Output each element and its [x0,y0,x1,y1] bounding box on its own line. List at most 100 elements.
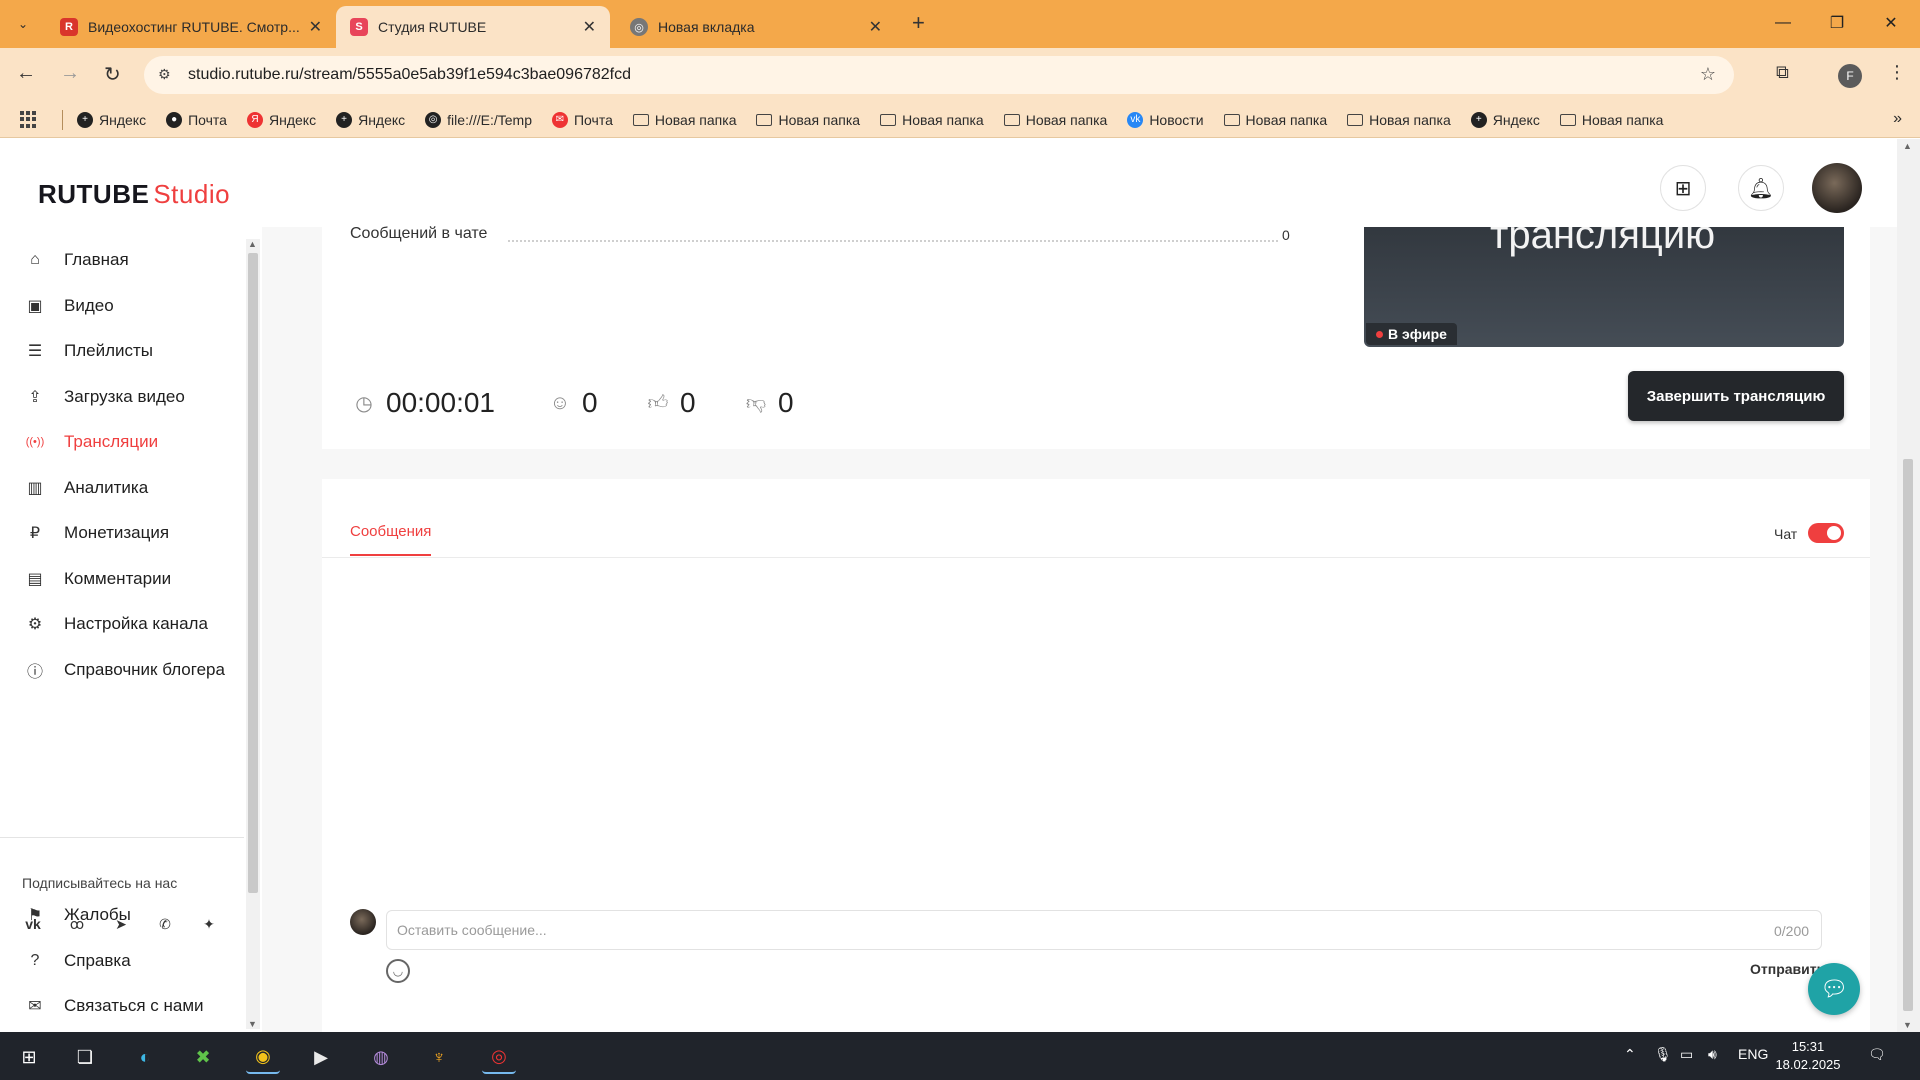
stream-preview[interactable]: трансляцию В эфире [1364,227,1844,347]
bookmark-item[interactable]: ● Почта [166,111,227,128]
close-window-button[interactable]: ✕ [1864,0,1918,46]
tab-search-button[interactable]: ⌄ [10,12,36,36]
more-bookmarks-icon[interactable]: » [1893,110,1902,128]
site-settings-icon[interactable]: ⚙ [158,66,171,83]
bookmark-item[interactable]: ◎ file:///E:/Temp [425,111,532,128]
browser-tab-studio[interactable]: S Студия RUTUBE ✕ [336,6,610,48]
chat-toggle[interactable] [1808,523,1844,543]
volume-icon[interactable]: 🔊︎ [1708,1046,1717,1063]
bookmark-item[interactable]: Новая папка [1347,112,1451,128]
chevron-up-icon[interactable]: ⌃ [1624,1046,1636,1063]
bookmark-star-icon[interactable]: ☆ [1700,64,1716,85]
sidebar-item[interactable]: ((•)) Трансляции [24,431,158,453]
browser-tab-rutube[interactable]: R Видеохостинг RUTUBE. Смотр... ✕ [46,6,336,48]
address-bar[interactable]: ⚙ studio.rutube.ru/stream/5555a0e5ab39f1… [144,56,1734,94]
folder-icon [1559,113,1576,126]
chrome-icon[interactable]: ◉ [246,1040,280,1074]
back-arrow-icon[interactable]: ← [16,62,36,85]
bookmark-item[interactable]: Новая папка [632,112,736,128]
sidebar-scrollbar[interactable]: ▲ ▼ [246,239,260,1029]
bookmark-item[interactable]: Я Яндекс [246,111,316,128]
minimize-button[interactable]: — [1756,0,1810,46]
bookmark-item[interactable]: Новая папка [1223,112,1327,128]
chat-message-input[interactable] [386,910,1822,950]
bookmark-item[interactable]: + Яндекс [336,111,405,128]
plus-circle-icon: + [77,111,93,128]
scroll-up-icon[interactable]: ▲ [248,239,257,249]
tab-messages[interactable]: Сообщения [350,523,432,556]
scroll-down-icon[interactable]: ▼ [248,1019,257,1029]
sidebar-item[interactable]: ⇪ Загрузка видео [24,386,185,408]
page-scroll-thumb[interactable] [1903,459,1913,1011]
viewer-icon: ☺ [549,391,571,414]
sidebar-item[interactable]: ? Справка [24,950,131,972]
notification-center-icon[interactable]: 🗨︎ [1868,1046,1886,1063]
windows-start-icon[interactable]: ⊞ [12,1040,46,1074]
sidebar-item[interactable]: ▥ Аналитика [24,477,148,499]
profile-avatar[interactable]: F [1838,64,1862,88]
microphone-icon[interactable]: 🎙︎ [1654,1046,1672,1063]
media-player-icon[interactable]: ▶ [304,1040,338,1074]
rutube-studio-logo[interactable]: RUTUBE Studio [38,179,230,210]
obs-icon[interactable]: ◎ [482,1040,516,1074]
bookmark-item[interactable]: vk Новости [1127,111,1204,128]
sidebar-item[interactable]: ▣ Видео [24,295,113,317]
sidebar-item-label: Загрузка видео [64,386,185,406]
create-button[interactable]: ⊞ [1660,165,1706,211]
comment-icon: ▤ [27,570,43,588]
browser-tab-new[interactable]: ◎ Новая вкладка ✕ [616,6,896,48]
bookmark-item[interactable]: + Яндекс [77,111,146,128]
system-clock[interactable]: 15:31 18.02.2025 [1768,1038,1848,1074]
minimize-icon: — [1775,14,1791,31]
close-tab-icon[interactable]: ✕ [583,17,596,37]
restore-button[interactable]: ❐ [1810,0,1864,46]
emoji-button[interactable]: ◡ [386,959,410,983]
user-avatar[interactable] [1812,163,1862,213]
flag-icon: ⚑ [27,907,43,924]
extensions-icon[interactable]: ⧉ [1776,62,1789,83]
apps-grid-icon[interactable] [20,110,38,129]
sidebar-item[interactable]: ₽ Монетизация [24,522,169,544]
bookmark-item[interactable]: ✉ Почта [551,111,613,128]
sidebar-item[interactable]: ⓘ Справочник блогера [24,659,225,681]
close-tab-icon[interactable]: ✕ [309,17,322,37]
sidebar-item[interactable]: ▤ Комментарии [24,568,171,590]
sidebar-item[interactable]: ⌂ Главная [24,249,129,271]
close-tab-icon[interactable]: ✕ [869,17,882,37]
task-view-icon[interactable]: ❏ [68,1040,102,1074]
bookmark-item[interactable]: Новая папка [1003,112,1107,128]
chat-user-avatar [350,909,376,935]
support-chat-button[interactable]: 💬︎ [1808,963,1860,1015]
bookmark-item[interactable]: Новая папка [1559,112,1663,128]
viber-icon[interactable]: ✆ [154,913,176,935]
sidebar-item[interactable]: ✉ Связаться с нами [24,995,203,1017]
language-indicator[interactable]: ENG [1738,1046,1768,1062]
scroll-down-icon[interactable]: ▼ [1903,1020,1912,1030]
game-icon[interactable]: ♆ [422,1040,456,1074]
reload-icon[interactable]: ↻ [104,62,121,87]
end-stream-button[interactable]: Завершить трансляцию [1628,371,1844,421]
sidebar-item[interactable]: ⚑ Жалобы [24,904,131,926]
page-scrollbar[interactable]: ▲ ▼ [1897,139,1920,1032]
sidebar-scroll-thumb[interactable] [248,253,258,893]
clock-date: 18.02.2025 [1775,1057,1841,1072]
tab-title: Студия RUTUBE [378,19,487,35]
bookmark-item[interactable]: + Яндекс [1470,111,1540,128]
dzen-icon[interactable]: ✦ [198,913,220,935]
edge-icon[interactable]: ◐ [128,1040,162,1074]
notifications-button[interactable]: 🔔︎ [1738,165,1784,211]
bookmark-item[interactable]: Новая папка [756,112,860,128]
sidebar-divider [0,837,244,838]
bookmark-item[interactable]: Новая папка [880,112,984,128]
browser-menu-icon[interactable]: ⋮ [1888,62,1906,83]
forward-arrow-icon[interactable]: → [60,62,80,85]
sidebar-item[interactable]: ☰ Плейлисты [24,340,153,362]
gear-icon: ⚙ [27,616,43,633]
home-icon: ⌂ [30,251,40,268]
scroll-up-icon[interactable]: ▲ [1903,141,1912,151]
network-icon[interactable]: ▭ [1680,1046,1693,1063]
xbox-icon[interactable]: ✖ [186,1040,220,1074]
sidebar-item[interactable]: ⚙ Настройка канала [24,613,208,635]
new-tab-button[interactable]: + [912,10,925,36]
tor-browser-icon[interactable]: ◍ [364,1040,398,1074]
